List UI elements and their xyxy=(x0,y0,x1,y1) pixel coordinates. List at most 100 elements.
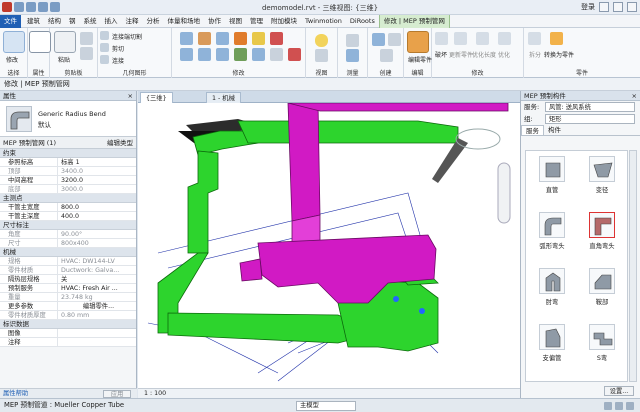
tab-annotate[interactable]: 注释 xyxy=(122,15,143,28)
edit-part-icon[interactable] xyxy=(407,31,429,53)
measure-icon[interactable] xyxy=(346,34,359,47)
tab-massing[interactable]: 体量和场地 xyxy=(164,15,205,28)
group-modify: 修改 xyxy=(172,28,306,78)
tab-architecture[interactable]: 建筑 xyxy=(23,15,44,28)
group-parts: 拆分 转换为零件 零件 xyxy=(524,28,640,78)
part-elbow[interactable]: 肘弯 xyxy=(528,265,576,321)
dimension-icon[interactable] xyxy=(346,49,359,62)
tab-collaborate[interactable]: 协作 xyxy=(204,15,225,28)
model-selector[interactable]: 主模型 xyxy=(296,401,356,411)
property-row[interactable]: 隔热层规格关 xyxy=(0,275,136,284)
copy-element-icon[interactable] xyxy=(198,48,211,61)
apply-button[interactable]: 应用 xyxy=(103,390,131,398)
lightbulb-icon[interactable] xyxy=(315,34,328,47)
tab-structure[interactable]: 结构 xyxy=(44,15,65,28)
tab-diroots[interactable]: DiRoots xyxy=(346,15,379,28)
tab-steel[interactable]: 钢 xyxy=(65,15,80,28)
service-dropdown[interactable]: 风管: 送风系统 xyxy=(545,102,635,112)
mirror-icon[interactable] xyxy=(216,32,229,45)
rotate-icon[interactable] xyxy=(216,48,229,61)
move-icon[interactable] xyxy=(180,48,193,61)
properties-icon[interactable] xyxy=(29,31,51,53)
edit-type-button[interactable]: 编辑类型 xyxy=(107,137,133,149)
part-s-bend[interactable]: S弯 xyxy=(578,321,626,377)
optimize-length-icon[interactable] xyxy=(476,32,489,45)
tab-service[interactable]: 服务 xyxy=(521,125,544,135)
properties-help-link[interactable]: 属性帮助 xyxy=(3,390,28,397)
property-row[interactable]: 中间高程 3200.0 xyxy=(0,176,136,185)
break-icon[interactable] xyxy=(435,32,448,45)
scale-icon[interactable] xyxy=(252,48,265,61)
navigation-bar[interactable] xyxy=(497,162,511,224)
split-icon[interactable] xyxy=(252,32,265,45)
minimize-button[interactable] xyxy=(599,2,609,12)
close-icon[interactable]: × xyxy=(128,91,133,101)
edit-part-button[interactable]: 编辑零件... xyxy=(58,302,136,310)
tab-parts[interactable]: 构件 xyxy=(544,125,565,135)
login-link[interactable]: 登录 xyxy=(581,2,595,12)
hide-icon[interactable] xyxy=(315,49,328,62)
part-transition[interactable]: 变径 xyxy=(578,153,626,209)
viewcube-ring[interactable] xyxy=(455,128,501,150)
modify-tool-icon[interactable] xyxy=(3,31,25,53)
group-dropdown[interactable]: 矩形 xyxy=(545,114,635,124)
connector-point[interactable] xyxy=(419,308,425,314)
tab-twinmotion[interactable]: Twinmotion xyxy=(301,15,346,28)
property-row[interactable]: 预制服务 HVAC: Fresh Air ... xyxy=(0,284,136,293)
convert-to-parts-icon[interactable] xyxy=(550,32,563,45)
create-parts-icon[interactable] xyxy=(380,49,393,62)
tab-3d-view[interactable]: {三维} xyxy=(140,92,173,103)
cut-geometry-icon[interactable] xyxy=(100,43,109,52)
tab-modify-fabrication[interactable]: 修改 | MEP 预制管网 xyxy=(378,14,450,28)
part-square-bend[interactable]: 直角弯头 xyxy=(578,209,626,265)
more-parameters-row[interactable]: 更多参数 编辑零件... xyxy=(0,302,136,311)
trim-icon[interactable] xyxy=(270,32,283,45)
mirror-draw-icon[interactable] xyxy=(234,32,247,45)
type-selector[interactable]: Generic Radius Bend 默认 xyxy=(0,101,136,137)
tab-manage[interactable]: 管理 xyxy=(246,15,267,28)
cut-icon[interactable] xyxy=(80,32,93,45)
viewport-3d[interactable]: {三维} 1 - 机械 1 : 100 xyxy=(138,91,520,398)
property-row[interactable]: 图像 xyxy=(0,329,136,338)
property-row[interactable]: 干管主宽度 800.0 xyxy=(0,203,136,212)
part-radius-bend[interactable]: 弧形弯头 xyxy=(528,209,576,265)
part-offset[interactable]: 支偏管 xyxy=(528,321,576,377)
delete-icon[interactable] xyxy=(288,48,301,61)
update-parts-icon[interactable] xyxy=(454,32,467,45)
parts-scrollbar[interactable] xyxy=(629,150,637,382)
array-icon[interactable] xyxy=(234,48,247,61)
close-icon[interactable]: × xyxy=(632,91,637,101)
settings-button[interactable]: 设置... xyxy=(604,386,634,396)
filter-icon[interactable] xyxy=(626,402,634,410)
part-straight[interactable]: 直管 xyxy=(528,153,576,209)
tab-addins[interactable]: 附加模块 xyxy=(267,15,301,28)
close-button[interactable] xyxy=(627,2,637,12)
align-icon[interactable] xyxy=(180,32,193,45)
tab-mechanical-plan[interactable]: 1 - 机械 xyxy=(206,92,241,103)
property-row[interactable]: 干管主深度 400.0 xyxy=(0,212,136,221)
copy-icon[interactable] xyxy=(80,47,93,60)
part-shoe[interactable]: 鞍部 xyxy=(578,265,626,321)
pin-icon[interactable] xyxy=(270,48,283,61)
tab-analyze[interactable]: 分析 xyxy=(143,15,164,28)
cope-icon[interactable] xyxy=(100,31,109,40)
create-similar-icon[interactable] xyxy=(388,33,401,46)
join-icon[interactable] xyxy=(100,55,109,64)
property-row[interactable]: 注释 xyxy=(0,338,136,347)
create-group-icon[interactable] xyxy=(372,33,385,46)
optimize-icon[interactable] xyxy=(498,32,511,45)
tab-file[interactable]: 文件 xyxy=(0,14,21,28)
property-row[interactable]: 参照标高 标高 1 xyxy=(0,158,136,167)
instance-filter[interactable]: MEP 预制管网 (1) 编辑类型 xyxy=(0,137,136,149)
paste-icon[interactable] xyxy=(54,31,76,53)
tab-view[interactable]: 视图 xyxy=(225,15,246,28)
connector-point[interactable] xyxy=(393,296,399,302)
tab-systems[interactable]: 系统 xyxy=(80,15,101,28)
worksets-icon[interactable] xyxy=(604,402,612,410)
view-scale[interactable]: 1 : 100 xyxy=(144,390,166,397)
tab-insert[interactable]: 插入 xyxy=(101,15,122,28)
design-options-icon[interactable] xyxy=(615,402,623,410)
maximize-button[interactable] xyxy=(613,2,623,12)
offset-icon[interactable] xyxy=(198,32,211,45)
split-part-icon[interactable] xyxy=(528,32,541,45)
